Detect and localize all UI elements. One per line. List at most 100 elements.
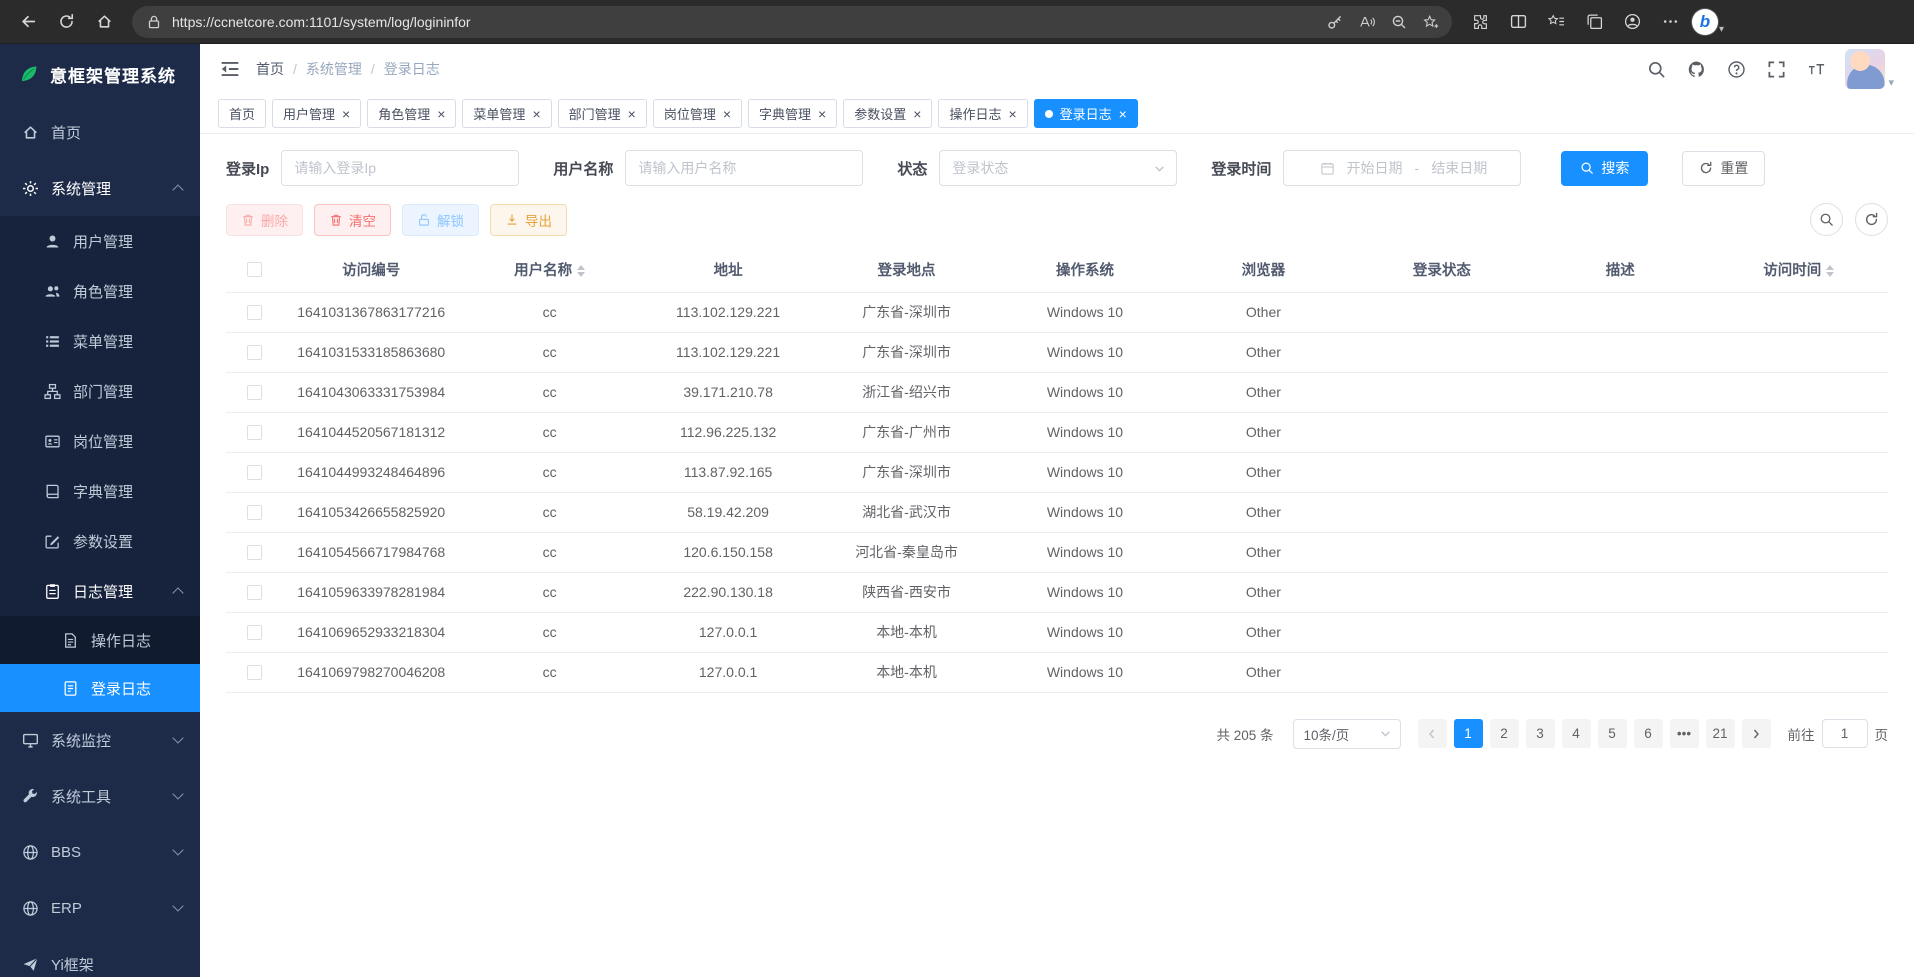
sort-carets-icon[interactable] (1826, 261, 1834, 281)
unlock-button[interactable]: 解锁 (402, 204, 479, 236)
tab-post-management[interactable]: 岗位管理× (653, 99, 742, 128)
password-key-button[interactable] (1320, 8, 1350, 36)
page-button-5[interactable]: 5 (1598, 719, 1627, 748)
tab-user-management[interactable]: 用户管理× (272, 99, 361, 128)
delete-button[interactable]: 删除 (226, 204, 303, 236)
sidebar-item-param-settings[interactable]: 参数设置 (0, 516, 200, 566)
start-date-placeholder[interactable]: 开始日期 (1347, 158, 1403, 178)
refresh-button[interactable] (48, 5, 84, 39)
row-checkbox[interactable] (247, 385, 262, 400)
column-header-visit-time[interactable]: 访问时间 (1710, 248, 1889, 292)
profile-button[interactable] (1614, 5, 1650, 39)
login-ip-input[interactable] (281, 150, 519, 186)
sidebar-item-dept-management[interactable]: 部门管理 (0, 366, 200, 416)
tab-param-settings[interactable]: 参数设置× (843, 99, 932, 128)
row-checkbox[interactable] (247, 465, 262, 480)
favorites-add-button[interactable] (1416, 8, 1446, 36)
page-size-select[interactable]: 10条/页 (1293, 719, 1401, 749)
github-button[interactable] (1679, 52, 1713, 86)
tab-close-icon[interactable]: × (818, 107, 826, 121)
sidebar-item-system-monitor[interactable]: 系统监控 (0, 712, 200, 768)
sidebar-item-log-management[interactable]: 日志管理 (0, 566, 200, 616)
row-checkbox[interactable] (247, 545, 262, 560)
collections-button[interactable] (1576, 5, 1612, 39)
sidebar-item-operation-log[interactable]: 操作日志 (0, 616, 200, 664)
back-button[interactable] (10, 5, 46, 39)
address-bar[interactable]: https://ccnetcore.com:1101/system/log/lo… (132, 6, 1452, 38)
sidebar-item-system-tools[interactable]: 系统工具 (0, 768, 200, 824)
font-size-button[interactable] (1799, 52, 1833, 86)
sidebar-item-yi-framework[interactable]: Yi框架 (0, 936, 200, 977)
row-checkbox[interactable] (247, 665, 262, 680)
page-button-2[interactable]: 2 (1490, 719, 1519, 748)
row-checkbox[interactable] (247, 505, 262, 520)
tab-operation-log[interactable]: 操作日志× (938, 99, 1027, 128)
tab-close-icon[interactable]: × (628, 107, 636, 121)
breadcrumb-home[interactable]: 首页 (256, 59, 284, 79)
fullscreen-button[interactable] (1759, 52, 1793, 86)
sidebar-item-bbs[interactable]: BBS (0, 824, 200, 880)
tab-home[interactable]: 首页 (218, 99, 266, 128)
reset-button[interactable]: 重置 (1682, 151, 1765, 186)
tab-close-icon[interactable]: × (1119, 107, 1127, 121)
export-button[interactable]: 导出 (490, 204, 567, 236)
help-button[interactable] (1719, 52, 1753, 86)
sidebar-item-erp[interactable]: ERP (0, 880, 200, 936)
goto-page-input[interactable] (1822, 719, 1868, 748)
sidebar-item-system-management[interactable]: 系统管理 (0, 160, 200, 216)
tab-close-icon[interactable]: × (723, 107, 731, 121)
tab-close-icon[interactable]: × (342, 107, 350, 121)
site-info-icon[interactable] (146, 14, 162, 30)
sidebar-item-home[interactable]: 首页 (0, 104, 200, 160)
extensions-button[interactable] (1462, 5, 1498, 39)
column-header-user-name[interactable]: 用户名称 (460, 248, 638, 292)
sidebar-item-role-management[interactable]: 角色管理 (0, 266, 200, 316)
sidebar-item-dict-management[interactable]: 字典管理 (0, 466, 200, 516)
page-button-3[interactable]: 3 (1526, 719, 1555, 748)
tab-login-log[interactable]: 登录日志× (1034, 99, 1138, 128)
tab-close-icon[interactable]: × (913, 107, 921, 121)
address-url[interactable]: https://ccnetcore.com:1101/system/log/lo… (172, 14, 1320, 30)
tab-menu-management[interactable]: 菜单管理× (462, 99, 551, 128)
sidebar-item-menu-management[interactable]: 菜单管理 (0, 316, 200, 366)
next-page-button[interactable] (1742, 719, 1771, 748)
pagination-ellipsis[interactable]: ••• (1670, 719, 1699, 748)
read-aloud-button[interactable] (1352, 8, 1382, 36)
tab-close-icon[interactable]: × (532, 107, 540, 121)
tab-dept-management[interactable]: 部门管理× (558, 99, 647, 128)
clear-button[interactable]: 清空 (314, 204, 391, 236)
tab-role-management[interactable]: 角色管理× (367, 99, 456, 128)
sidebar-item-user-management[interactable]: 用户管理 (0, 216, 200, 266)
page-button-6[interactable]: 6 (1634, 719, 1663, 748)
more-menu-button[interactable] (1652, 5, 1688, 39)
row-checkbox[interactable] (247, 625, 262, 640)
page-button-21[interactable]: 21 (1706, 719, 1735, 748)
user-avatar[interactable]: ▾ (1845, 49, 1894, 89)
sidebar-item-login-log[interactable]: 登录日志 (0, 664, 200, 712)
row-checkbox[interactable] (247, 585, 262, 600)
tab-close-icon[interactable]: × (437, 107, 445, 121)
favorites-bar-button[interactable] (1538, 5, 1574, 39)
search-button[interactable] (1639, 52, 1673, 86)
status-select[interactable]: 登录状态 (939, 150, 1177, 186)
sidebar-item-post-management[interactable]: 岗位管理 (0, 416, 200, 466)
row-checkbox[interactable] (247, 425, 262, 440)
tab-close-icon[interactable]: × (1008, 107, 1016, 121)
sidebar-toggle-icon[interactable] (220, 60, 240, 78)
row-checkbox[interactable] (247, 345, 262, 360)
tab-dict-management[interactable]: 字典管理× (748, 99, 837, 128)
home-button[interactable] (86, 5, 122, 39)
page-button-4[interactable]: 4 (1562, 719, 1591, 748)
search-button[interactable]: 搜索 (1561, 151, 1648, 186)
row-checkbox[interactable] (247, 305, 262, 320)
select-all-checkbox[interactable] (247, 262, 262, 277)
user-name-input[interactable] (625, 150, 863, 186)
zoom-out-button[interactable] (1384, 8, 1414, 36)
login-time-range-picker[interactable]: 开始日期 - 结束日期 (1283, 150, 1521, 186)
copilot-button[interactable]: b▾ (1690, 5, 1726, 39)
toggle-search-button[interactable] (1810, 203, 1843, 236)
prev-page-button[interactable] (1418, 719, 1447, 748)
split-screen-button[interactable] (1500, 5, 1536, 39)
refresh-table-button[interactable] (1855, 203, 1888, 236)
page-button-1[interactable]: 1 (1454, 719, 1483, 748)
